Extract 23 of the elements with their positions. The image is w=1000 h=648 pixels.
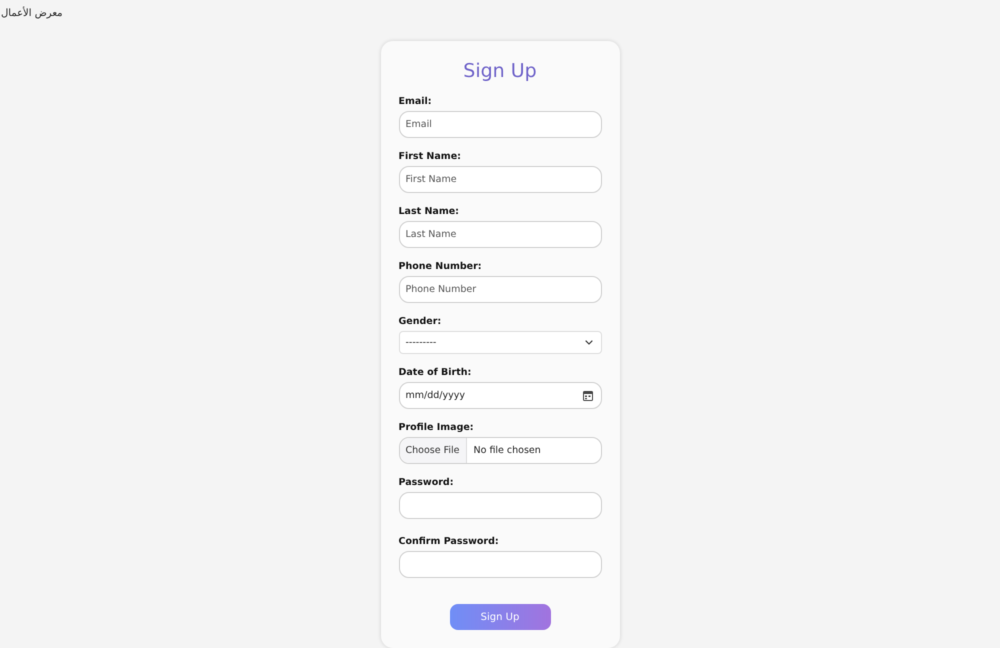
- file-status: No file chosen: [474, 445, 541, 456]
- calendar-icon[interactable]: [582, 390, 592, 400]
- password-field[interactable]: [398, 492, 602, 519]
- gender-dropdown[interactable]: ---------: [398, 331, 602, 354]
- field-label: Email:: [398, 96, 433, 108]
- field-label: Confirm Password:: [398, 536, 500, 548]
- chevron-down-icon: [584, 340, 592, 345]
- input-field[interactable]: Phone Number: [398, 276, 602, 303]
- field-label: Profile Image:: [398, 422, 475, 434]
- choose-file-button[interactable]: Choose File: [400, 438, 466, 463]
- field-label: Password:: [398, 477, 455, 489]
- input-field[interactable]: Email: [398, 111, 602, 138]
- field-label: Date of Birth:: [398, 367, 472, 379]
- input-field[interactable]: First Name: [398, 166, 602, 193]
- field-label: Gender:: [398, 316, 442, 328]
- field-label: Phone Number:: [398, 261, 483, 273]
- password-field[interactable]: [398, 551, 602, 578]
- input-field[interactable]: Last Name: [398, 221, 602, 248]
- field-label: Last Name:: [398, 206, 460, 218]
- field-label: First Name:: [398, 151, 462, 163]
- form-title: Sign Up: [463, 59, 537, 84]
- page-heading: معرض الأعمال: [1, 7, 63, 20]
- date-field[interactable]: mm/dd/yyyy: [398, 382, 602, 409]
